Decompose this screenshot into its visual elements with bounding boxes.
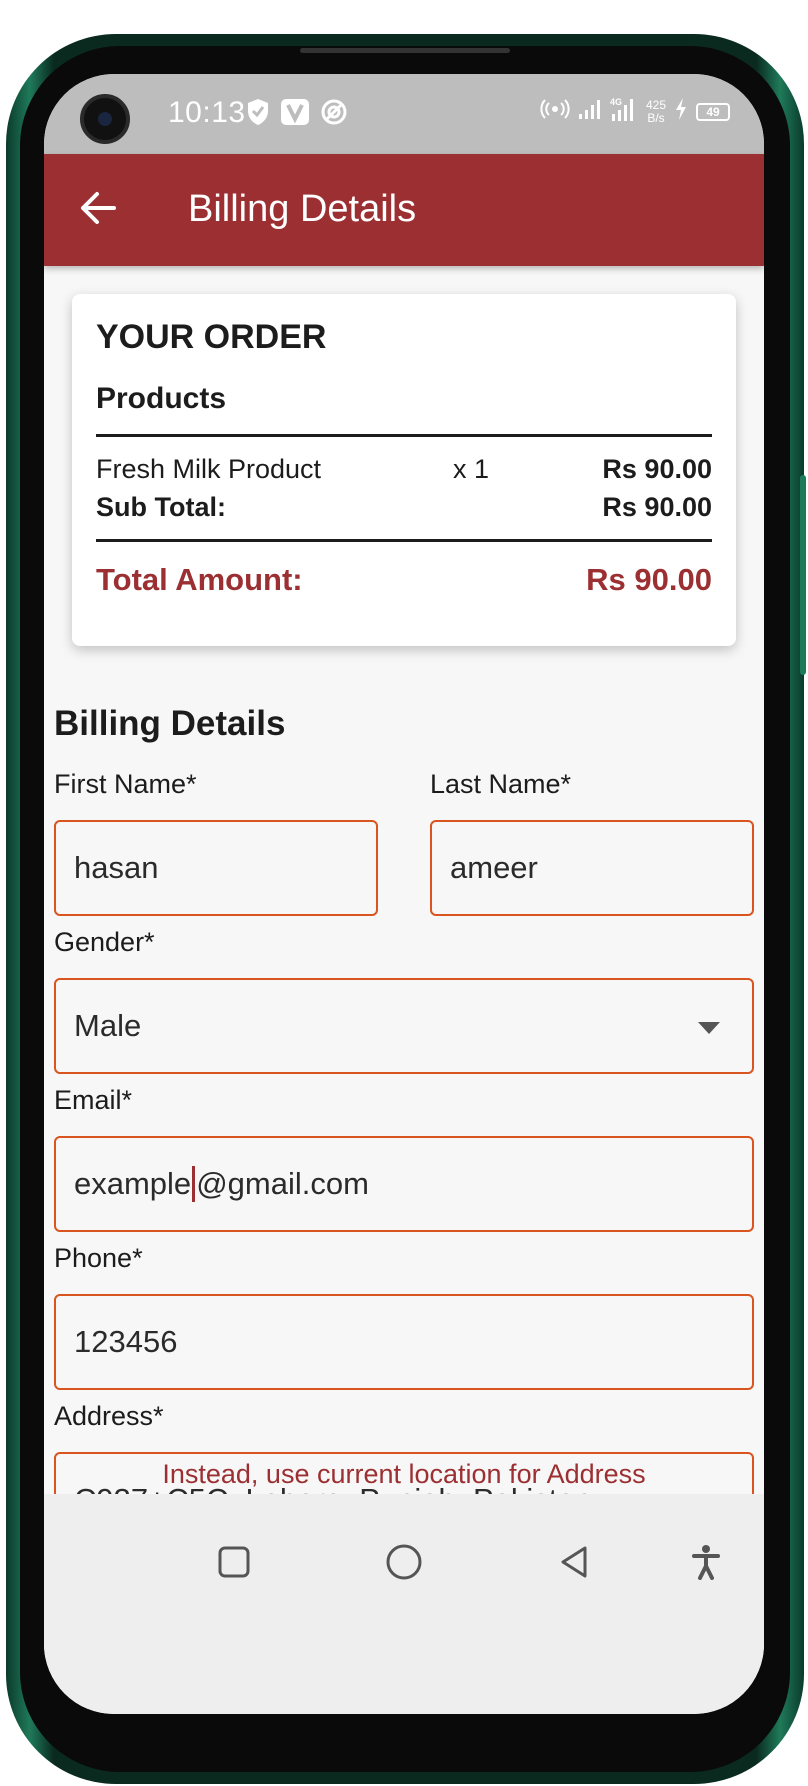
total-label: Total Amount:	[96, 562, 303, 597]
shield-icon	[246, 98, 270, 131]
email-field[interactable]: example @gmail.com	[54, 1136, 754, 1232]
signal-icon	[578, 98, 602, 125]
sync-icon	[320, 98, 348, 131]
home-button[interactable]	[374, 1534, 434, 1594]
page-title: Billing Details	[188, 188, 417, 230]
status-bar: 10:13 4G 425 B/s 49	[44, 74, 764, 154]
address-label: Address*	[54, 1401, 164, 1431]
item-name: Fresh Milk Product	[96, 454, 322, 484]
network-speed-value: 425	[645, 97, 666, 112]
divider	[96, 539, 712, 542]
recents-button[interactable]	[204, 1534, 264, 1594]
signal-4g-icon: 4G	[610, 96, 638, 127]
use-current-location-link[interactable]: Instead, use current location for Addres…	[44, 1459, 764, 1490]
v-app-icon	[280, 98, 310, 131]
gender-label: Gender*	[54, 927, 155, 957]
order-summary-card: YOUR ORDER Products Fresh Milk Product x…	[72, 294, 736, 646]
phone-value: 123456	[74, 1324, 178, 1359]
email-value-after-cursor: @gmail.com	[196, 1166, 369, 1201]
back-triangle-icon	[557, 1544, 591, 1585]
chevron-down-icon	[698, 1022, 720, 1034]
subtotal-value: Rs 90.00	[602, 492, 712, 522]
nav-back-button[interactable]	[544, 1534, 604, 1594]
accessibility-icon	[691, 1544, 721, 1585]
back-button[interactable]	[72, 184, 124, 236]
email-label: Email*	[54, 1085, 133, 1115]
total-value: Rs 90.00	[586, 562, 712, 597]
charging-icon	[674, 97, 688, 126]
status-icons-left	[246, 98, 348, 131]
front-camera	[80, 94, 130, 144]
battery-level: 49	[706, 104, 720, 119]
hotspot-icon	[540, 98, 570, 125]
billing-section-title: Billing Details	[54, 704, 286, 743]
first-name-field[interactable]: hasan	[54, 820, 378, 916]
home-circle-icon	[385, 1543, 423, 1586]
arrow-left-icon	[79, 191, 117, 230]
recents-square-icon	[217, 1545, 251, 1584]
phone-speaker-slot	[300, 48, 510, 53]
navigation-bar	[44, 1494, 764, 1714]
accessibility-button[interactable]	[676, 1534, 736, 1594]
last-name-value: ameer	[450, 850, 538, 885]
first-name-value: hasan	[74, 850, 159, 885]
first-name-label: First Name*	[54, 769, 197, 799]
last-name-label: Last Name*	[430, 769, 572, 799]
network-speed: 425 B/s	[645, 97, 666, 125]
last-name-field[interactable]: ameer	[430, 820, 754, 916]
app-bar: Billing Details	[44, 154, 764, 266]
item-price: Rs 90.00	[602, 454, 712, 484]
subtotal-label: Sub Total:	[96, 492, 226, 522]
battery-icon: 49	[696, 102, 730, 121]
divider	[96, 434, 712, 437]
order-heading: YOUR ORDER	[96, 318, 327, 356]
phone-side-button	[800, 475, 806, 675]
status-time: 10:13	[168, 96, 246, 129]
email-value-before-cursor: example	[74, 1166, 192, 1201]
text-cursor	[192, 1166, 196, 1202]
svg-text:4G: 4G	[610, 97, 622, 107]
item-quantity: x 1	[453, 454, 490, 484]
phone-screen: 10:13 4G 425 B/s 49 Billing Details YOUR…	[44, 74, 764, 1714]
gender-select[interactable]: Male	[54, 978, 754, 1074]
phone-label: Phone*	[54, 1243, 143, 1273]
network-speed-unit: B/s	[647, 110, 665, 125]
gender-value: Male	[74, 1008, 142, 1043]
status-icons-right: 4G 425 B/s 49	[540, 96, 730, 127]
products-heading: Products	[96, 382, 227, 415]
phone-field[interactable]: 123456	[54, 1294, 754, 1390]
